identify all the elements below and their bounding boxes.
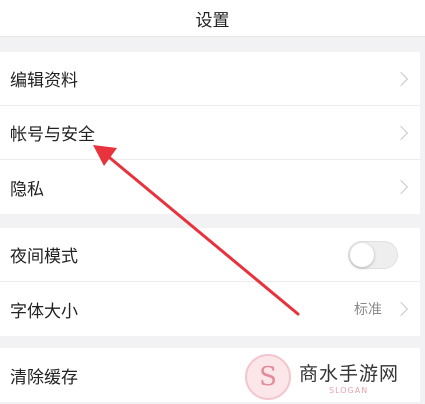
font-size-label: 字体大小 [10,301,78,322]
chevron-right-icon [393,125,409,140]
chevron-right-icon [393,301,409,317]
account-settings-group: 编辑资料 帐号与安全 隐私 [0,52,420,214]
watermark-title: 商水手游网 [299,363,400,385]
chevron-right-icon [393,179,409,195]
clear-cache-label: 清除缓存 [10,367,78,388]
night-mode-toggle[interactable] [348,240,398,269]
account-security-row[interactable]: 帐号与安全 [0,106,420,160]
page-title: 设置 [195,10,230,31]
privacy-row[interactable]: 隐私 [0,160,420,214]
account-security-label: 帐号与安全 [10,125,95,145]
site-watermark: S 商水手游网 SLOGAN [245,350,425,404]
chevron-right-icon [393,71,409,86]
toggle-knob [350,242,374,267]
watermark-subtitle: SLOGAN [329,386,369,395]
top-bar: 设置 [0,0,425,37]
font-size-row[interactable]: 字体大小 标准 [0,282,420,336]
edit-profile-row[interactable]: 编辑资料 [0,52,420,106]
night-mode-label: 夜间模式 [10,247,78,267]
edit-profile-label: 编辑资料 [10,71,78,91]
night-mode-row: 夜间模式 [0,228,420,282]
privacy-label: 隐私 [10,179,44,200]
watermark-logo: S [245,354,291,400]
font-size-value: 标准 [354,302,382,318]
display-settings-group: 夜间模式 字体大小 标准 [0,228,420,336]
